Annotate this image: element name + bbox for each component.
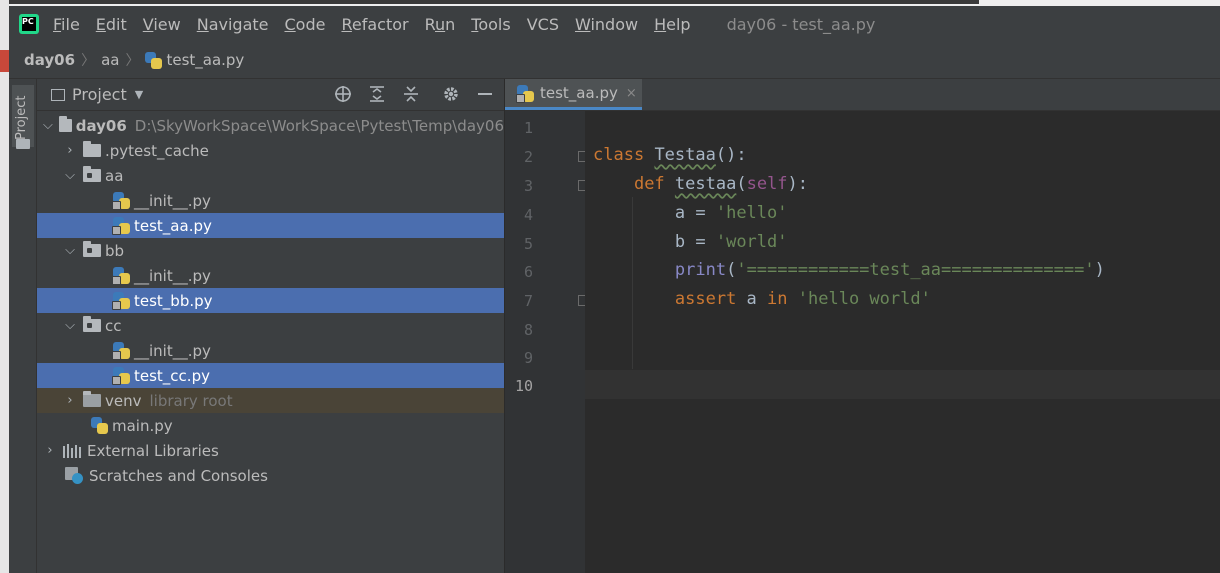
python-file-icon xyxy=(112,367,130,385)
project-tree: ⌵ day06 D:\SkyWorkSpace\WorkSpace\Pytest… xyxy=(37,111,504,573)
python-file-icon xyxy=(516,84,534,103)
chevron-right-icon[interactable]: › xyxy=(43,443,57,458)
panel-icon xyxy=(51,88,65,101)
line-number: 5 xyxy=(523,235,533,253)
tree-node-test-aa[interactable]: test_aa.py xyxy=(37,213,504,238)
library-icon xyxy=(63,443,81,458)
line-number-current: 10 xyxy=(514,377,533,395)
menu-help[interactable]: Help xyxy=(654,15,690,34)
folder-icon xyxy=(58,116,72,132)
tree-node-aa-init[interactable]: __init__.py xyxy=(37,188,504,213)
tree-node-bb-init[interactable]: __init__.py xyxy=(37,263,504,288)
chevron-down-icon[interactable]: ▼ xyxy=(135,88,143,101)
python-file-icon xyxy=(145,51,163,69)
python-file-icon xyxy=(112,267,130,285)
tree-node-pytest-cache[interactable]: › .pytest_cache xyxy=(37,138,504,163)
project-path: D:\SkyWorkSpace\WorkSpace\Pytest\Temp\da… xyxy=(134,116,504,135)
hide-panel-icon[interactable] xyxy=(474,83,496,105)
breadcrumb: day06 〉 aa 〉 test_aa.py xyxy=(9,42,1220,79)
chevron-right-icon[interactable]: › xyxy=(63,143,77,158)
python-file-icon xyxy=(112,217,130,235)
pycharm-logo-icon: PC xyxy=(19,14,39,34)
breadcrumb-test-aa[interactable]: test_aa.py xyxy=(166,51,244,69)
tree-node-scratches[interactable]: Scratches and Consoles xyxy=(37,463,504,488)
line-number: 1 xyxy=(523,119,533,137)
scratches-icon xyxy=(65,467,83,484)
breadcrumb-day06[interactable]: day06 xyxy=(24,51,75,69)
tree-node-bb[interactable]: ⌵ bb xyxy=(37,238,504,263)
code-line-3: def testaa(self): xyxy=(633,174,809,194)
menu-tools[interactable]: Tools xyxy=(471,15,510,34)
breadcrumb-separator-icon: 〉 xyxy=(81,53,96,69)
menu-file[interactable]: File xyxy=(53,15,80,34)
menu-window[interactable]: Window xyxy=(575,15,638,34)
code-line-4: a = 'hello' xyxy=(674,203,788,223)
editor-gutter: 1 2 3 4 5 6 7 8 9 10 xyxy=(505,111,587,573)
python-file-icon xyxy=(91,417,108,434)
project-tool-window-button[interactable]: Project xyxy=(12,85,34,147)
chevron-down-icon[interactable]: ⌵ xyxy=(63,168,77,183)
python-file-icon xyxy=(112,342,130,360)
tree-node-cc[interactable]: ⌵ cc xyxy=(37,313,504,338)
menu-bar: PC File Edit View Navigate Code Refactor… xyxy=(9,6,1220,42)
breadcrumb-separator-icon: 〉 xyxy=(125,53,140,69)
expand-all-icon[interactable] xyxy=(366,83,388,105)
locate-file-icon[interactable] xyxy=(332,83,354,105)
line-number: 4 xyxy=(523,206,533,224)
window-title: day06 - test_aa.py xyxy=(726,14,876,34)
code-line-5: b = 'world' xyxy=(674,232,788,252)
line-number: 6 xyxy=(523,263,533,281)
menu-edit[interactable]: Edit xyxy=(96,15,127,34)
code-line-7: assert a in 'hello world' xyxy=(674,289,931,309)
library-root-hint: library root xyxy=(149,391,233,410)
python-file-icon xyxy=(112,192,130,210)
line-number: 7 xyxy=(523,292,533,310)
menu-view[interactable]: View xyxy=(143,15,181,34)
project-panel-header: Project ▼ xyxy=(37,79,504,111)
package-folder-icon xyxy=(83,241,101,257)
project-view-selector[interactable]: Project xyxy=(72,85,127,104)
menu-code[interactable]: Code xyxy=(285,15,326,34)
line-number: 2 xyxy=(523,148,533,166)
close-icon[interactable]: × xyxy=(626,86,637,101)
breadcrumb-aa[interactable]: aa xyxy=(101,51,119,69)
desktop-left-edge xyxy=(0,0,9,573)
folder-icon xyxy=(83,141,101,157)
tree-node-cc-init[interactable]: __init__.py xyxy=(37,338,504,363)
menu-vcs[interactable]: VCS xyxy=(527,15,559,34)
chevron-right-icon[interactable]: › xyxy=(63,393,77,408)
tool-window-strip: Project xyxy=(9,79,37,573)
chevron-down-icon[interactable]: ⌵ xyxy=(63,318,77,333)
line-number: 9 xyxy=(523,349,533,367)
chevron-down-icon[interactable]: ⌵ xyxy=(43,118,53,133)
code-editor[interactable]: class Testaa(): def testaa(self): a = 'h… xyxy=(585,111,1220,573)
folder-icon xyxy=(83,391,101,407)
code-line-2: class Testaa(): xyxy=(593,145,747,165)
tree-node-venv[interactable]: › venv library root xyxy=(37,388,504,413)
editor-tab-bar: test_aa.py × xyxy=(505,79,1220,111)
tree-node-test-cc[interactable]: test_cc.py xyxy=(37,363,504,388)
line-number: 8 xyxy=(523,321,533,339)
gear-icon[interactable] xyxy=(440,83,462,105)
tree-node-day06[interactable]: ⌵ day06 D:\SkyWorkSpace\WorkSpace\Pytest… xyxy=(37,113,504,138)
chevron-down-icon[interactable]: ⌵ xyxy=(63,243,77,258)
python-file-icon xyxy=(112,292,130,310)
code-line-6: print('============test_aa==============… xyxy=(674,260,1105,280)
tab-test-aa[interactable]: test_aa.py × xyxy=(505,79,642,110)
tree-node-aa[interactable]: ⌵ aa xyxy=(37,163,504,188)
menu-run[interactable]: Run xyxy=(425,15,456,34)
tree-node-test-bb[interactable]: test_bb.py xyxy=(37,288,504,313)
tree-node-external-libraries[interactable]: › External Libraries xyxy=(37,438,504,463)
package-folder-icon xyxy=(83,316,101,332)
package-folder-icon xyxy=(83,166,101,182)
menu-navigate[interactable]: Navigate xyxy=(197,15,269,34)
tree-node-main[interactable]: main.py xyxy=(37,413,504,438)
current-line-highlight xyxy=(585,370,1220,399)
project-folder-icon xyxy=(16,139,30,149)
collapse-all-icon[interactable] xyxy=(400,83,422,105)
line-number: 3 xyxy=(523,177,533,195)
menu-refactor[interactable]: Refactor xyxy=(341,15,408,34)
